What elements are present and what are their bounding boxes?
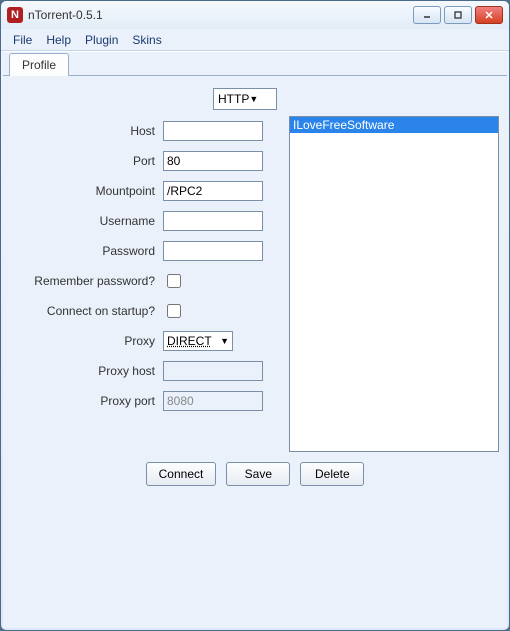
remember-label: Remember password?	[11, 274, 163, 288]
close-button[interactable]	[475, 6, 503, 24]
menu-help[interactable]: Help	[40, 31, 77, 49]
tabstrip: Profile	[3, 52, 507, 76]
port-input[interactable]	[163, 151, 263, 171]
titlebar[interactable]: N nTorrent-0.5.1	[1, 1, 509, 29]
host-label: Host	[11, 124, 163, 138]
maximize-button[interactable]	[444, 6, 472, 24]
connect-button[interactable]: Connect	[146, 462, 217, 486]
host-input[interactable]	[163, 121, 263, 141]
proxy-port-label: Proxy port	[11, 394, 163, 408]
username-input[interactable]	[163, 211, 263, 231]
protocol-select[interactable]: HTTP ▼	[213, 88, 277, 110]
content-area: Profile HTTP ▼ Host P	[3, 51, 507, 628]
proxy-port-input	[163, 391, 263, 411]
minimize-button[interactable]	[413, 6, 441, 24]
proxy-label: Proxy	[11, 334, 163, 348]
form-column: Host Port Mountpoint Username	[11, 116, 281, 452]
close-icon	[484, 10, 494, 20]
proxy-host-input	[163, 361, 263, 381]
button-row: Connect Save Delete	[11, 462, 499, 486]
save-button[interactable]: Save	[226, 462, 290, 486]
profile-pane: HTTP ▼ Host Port Mountpo	[3, 76, 507, 494]
protocol-value: HTTP	[218, 92, 249, 106]
app-icon: N	[7, 7, 23, 23]
proxy-value: DIRECT	[167, 334, 220, 348]
port-label: Port	[11, 154, 163, 168]
chevron-down-icon: ▼	[249, 94, 272, 104]
tab-profile[interactable]: Profile	[9, 53, 69, 76]
mountpoint-label: Mountpoint	[11, 184, 163, 198]
chevron-down-icon: ▼	[220, 336, 229, 346]
menu-skins[interactable]: Skins	[126, 31, 167, 49]
proxy-host-label: Proxy host	[11, 364, 163, 378]
menu-plugin[interactable]: Plugin	[79, 31, 124, 49]
username-label: Username	[11, 214, 163, 228]
proxy-select[interactable]: DIRECT ▼	[163, 331, 233, 351]
password-input[interactable]	[163, 241, 263, 261]
window-controls	[413, 6, 503, 24]
minimize-icon	[422, 10, 432, 20]
remember-checkbox[interactable]	[167, 274, 181, 288]
startup-label: Connect on startup?	[11, 304, 163, 318]
mountpoint-input[interactable]	[163, 181, 263, 201]
window-title: nTorrent-0.5.1	[28, 8, 413, 22]
app-window: N nTorrent-0.5.1 File Help Plugin Skins …	[0, 0, 510, 631]
menubar: File Help Plugin Skins	[1, 29, 509, 51]
list-item[interactable]: ILoveFreeSoftware	[290, 117, 498, 133]
profiles-listbox[interactable]: ILoveFreeSoftware	[289, 116, 499, 452]
menu-file[interactable]: File	[7, 31, 38, 49]
maximize-icon	[453, 10, 463, 20]
startup-checkbox[interactable]	[167, 304, 181, 318]
delete-button[interactable]: Delete	[300, 462, 364, 486]
password-label: Password	[11, 244, 163, 258]
